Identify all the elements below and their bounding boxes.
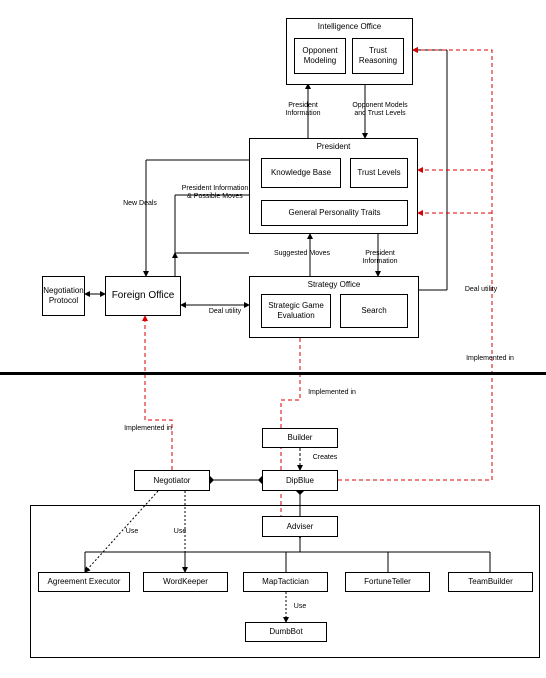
label-use-3: Use <box>290 603 310 611</box>
label-president-info2: President Information <box>355 250 405 265</box>
builder-label: Builder <box>288 433 313 443</box>
adviser-label: Adviser <box>287 522 314 532</box>
maptactician-box: MapTactician <box>243 572 328 592</box>
teambuilder-label: TeamBuilder <box>468 577 512 587</box>
maptactician-label: MapTactician <box>262 577 309 587</box>
personality-traits-label: General Personality Traits <box>288 208 380 218</box>
label-deal-utility: Deal utility <box>200 308 250 316</box>
agreement-executor-box: Agreement Executor <box>38 572 130 592</box>
dumbbot-label: DumbBot <box>269 627 302 637</box>
negotiation-protocol-label: Negotiation Protocol <box>43 286 83 305</box>
knowledge-base-label: Knowledge Base <box>271 168 331 178</box>
strategic-eval-label: Strategic Game Evaluation <box>264 301 328 320</box>
wordkeeper-label: WordKeeper <box>163 577 208 587</box>
fortuneteller-box: FortuneTeller <box>345 572 430 592</box>
trust-reasoning-box: Trust Reasoning <box>352 38 404 74</box>
opponent-modeling-label: Opponent Modeling <box>297 46 343 65</box>
strategic-eval-box: Strategic Game Evaluation <box>261 294 331 328</box>
trust-reasoning-label: Trust Reasoning <box>355 46 401 65</box>
negotiation-protocol-box: Negotiation Protocol <box>42 276 85 316</box>
label-pres-info-moves: President Information & Possible Moves <box>175 185 255 200</box>
personality-traits-box: General Personality Traits <box>261 200 408 226</box>
dumbbot-box: DumbBot <box>245 622 327 642</box>
section-divider <box>0 372 546 375</box>
negotiator-label: Negotiator <box>154 476 191 486</box>
label-new-deals: New Deals <box>115 200 165 208</box>
president-title: President <box>250 139 417 155</box>
dipblue-box: DipBlue <box>262 470 338 491</box>
knowledge-base-box: Knowledge Base <box>261 158 341 188</box>
adviser-box: Adviser <box>262 516 338 537</box>
trust-levels-box: Trust Levels <box>350 158 408 188</box>
fortuneteller-label: FortuneTeller <box>364 577 411 587</box>
trust-levels-label: Trust Levels <box>357 168 400 178</box>
label-suggested-moves: Suggested Moves <box>267 250 337 258</box>
strategy-office-title: Strategy Office <box>250 277 418 293</box>
wordkeeper-box: WordKeeper <box>143 572 228 592</box>
label-creates: Creates <box>305 454 345 462</box>
label-implemented-in-3: Implemented in <box>118 425 178 433</box>
label-deal-utility-2: Deal utility <box>456 286 506 294</box>
dipblue-label: DipBlue <box>286 476 314 486</box>
label-implemented-in-2: Implemented in <box>302 389 362 397</box>
label-opponent-models: Opponent Models and Trust Levels <box>340 102 420 117</box>
builder-box: Builder <box>262 428 338 448</box>
label-use-1: Use <box>122 528 142 536</box>
search-box: Search <box>340 294 408 328</box>
opponent-modeling-box: Opponent Modeling <box>294 38 346 74</box>
search-label: Search <box>361 306 386 316</box>
negotiator-box: Negotiator <box>134 470 210 491</box>
teambuilder-box: TeamBuilder <box>448 572 533 592</box>
label-president-info: President Information <box>278 102 328 117</box>
label-implemented-in-1: Implemented in <box>460 355 520 363</box>
foreign-office-label: Foreign Office <box>112 290 175 302</box>
agreement-executor-label: Agreement Executor <box>48 577 121 587</box>
intelligence-office-title: Intelligence Office <box>287 19 412 35</box>
label-use-2: Use <box>170 528 190 536</box>
foreign-office-box: Foreign Office <box>105 276 181 316</box>
